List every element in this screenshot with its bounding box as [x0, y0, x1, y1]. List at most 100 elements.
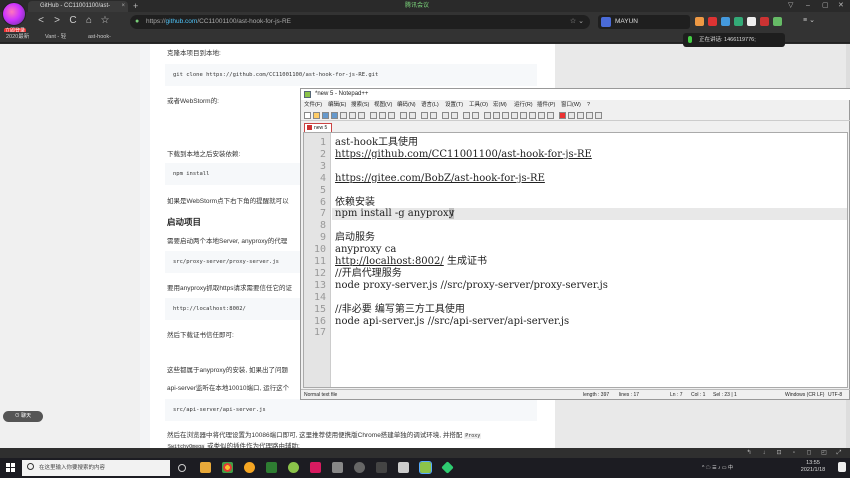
zoom-out-icon[interactable]: [451, 112, 458, 119]
cut-icon[interactable]: [370, 112, 377, 119]
tile-icon[interactable]: ◻: [805, 449, 813, 457]
close-all-icon[interactable]: [349, 112, 356, 119]
menu-item-tools[interactable]: 工具(O): [469, 100, 488, 110]
sync-v-icon[interactable]: [463, 112, 470, 119]
save-macro-icon[interactable]: [595, 112, 602, 119]
save-all-icon[interactable]: [331, 112, 338, 119]
window-menu-icon[interactable]: ▽: [788, 1, 793, 11]
split-icon[interactable]: ◰: [820, 449, 828, 457]
notification-icon[interactable]: [838, 462, 846, 472]
find-icon[interactable]: [421, 112, 428, 119]
app-icon-gear[interactable]: [354, 462, 365, 473]
menu-item-settings[interactable]: 设置(T): [445, 100, 463, 110]
monitor-icon[interactable]: [547, 112, 554, 119]
chrome-icon[interactable]: [222, 462, 233, 473]
status-eol[interactable]: Windows (CR LF): [785, 390, 824, 400]
maximize-button[interactable]: ▢: [822, 1, 829, 11]
tab-close-icon[interactable]: ×: [121, 1, 125, 12]
udl-icon[interactable]: [511, 112, 518, 119]
menu-item-file[interactable]: 文件(F): [304, 100, 322, 110]
chat-button[interactable]: ⊙ 聊天: [3, 411, 43, 422]
app-icon-g[interactable]: [244, 462, 255, 473]
fullscreen-icon[interactable]: ⤢: [835, 449, 843, 457]
menu-item-plugins[interactable]: 插件(P): [537, 100, 555, 110]
tab-new-5[interactable]: new 5: [304, 123, 332, 132]
sync-h-icon[interactable]: [472, 112, 479, 119]
taskbar-search-box[interactable]: 在这里输入你要搜索的内容: [22, 460, 170, 476]
notepad-titlebar[interactable]: *new 5 - Notepad++: [301, 89, 850, 100]
replace-icon[interactable]: [430, 112, 437, 119]
code-line-link[interactable]: https://github.com/CC11001100/ast-hook-f…: [335, 149, 592, 161]
menu-item-search[interactable]: 搜索(S): [351, 100, 369, 110]
home-button[interactable]: ⌂: [82, 14, 96, 28]
close-window-button[interactable]: ✕: [838, 1, 844, 11]
copy-icon[interactable]: [379, 112, 386, 119]
new-tab-button[interactable]: +: [133, 1, 138, 11]
menu-item-edit[interactable]: 编辑(E): [328, 100, 346, 110]
app-icon-media[interactable]: [310, 462, 321, 473]
close-file-icon[interactable]: [340, 112, 347, 119]
doc-map-icon[interactable]: [520, 112, 527, 119]
code-line-link[interactable]: http://localhost:8002/: [335, 256, 444, 267]
back-button[interactable]: <: [34, 14, 48, 28]
browser-menu-icon[interactable]: ≡ ⌄: [797, 14, 821, 28]
system-tray[interactable]: ^ ☁ ☰ ♪ ▭ 中: [702, 458, 733, 478]
favorite-star-icon[interactable]: ☆ ⌄: [570, 15, 584, 29]
menu-item-macro[interactable]: 宏(M): [493, 100, 507, 110]
download-icon[interactable]: ↓: [760, 449, 768, 457]
windows-start-icon[interactable]: [6, 463, 16, 473]
paste-icon[interactable]: [388, 112, 395, 119]
status-encoding[interactable]: UTF-8: [828, 390, 842, 400]
taskbar-clock[interactable]: 13:55 2021/1/18: [795, 460, 831, 474]
screenshot-icon[interactable]: ⊡: [775, 449, 783, 457]
localhost-url[interactable]: http://localhost:8002/: [173, 298, 246, 320]
reload-button[interactable]: C: [66, 14, 80, 28]
menu-item-view[interactable]: 视图(V): [374, 100, 392, 110]
play-macro-icon[interactable]: [577, 112, 584, 119]
file-explorer-icon[interactable]: [200, 462, 211, 473]
address-bar[interactable]: ● https://github.com/CC11001100/ast-hook…: [130, 15, 590, 29]
app-icon-mail[interactable]: [332, 462, 343, 473]
redo-icon[interactable]: [409, 112, 416, 119]
app-icon-doc[interactable]: [398, 462, 409, 473]
indent-guide-icon[interactable]: [502, 112, 509, 119]
app-icon-excel[interactable]: [266, 462, 277, 473]
bookmark-item[interactable]: 2020最新: [6, 32, 29, 43]
folder-workspace-icon[interactable]: [538, 112, 545, 119]
function-list-icon[interactable]: [529, 112, 536, 119]
menu-item-window[interactable]: 窗口(W): [561, 100, 581, 110]
extension-icon-4[interactable]: [734, 17, 743, 26]
bookmark-item[interactable]: ast-hook-: [88, 32, 111, 43]
extension-icon-2[interactable]: [708, 17, 717, 26]
editor-area[interactable]: 1 2 3 4 5 6 7 8 9 10 11 12 13 14 15 16 1…: [303, 132, 848, 388]
play-multiple-icon[interactable]: [586, 112, 593, 119]
bookmark-item[interactable]: Vant - 轻: [45, 32, 66, 43]
stop-macro-icon[interactable]: [568, 112, 575, 119]
menu-item-run[interactable]: 运行(R): [514, 100, 533, 110]
save-icon[interactable]: [322, 112, 329, 119]
app-icon-diamond[interactable]: [441, 461, 454, 474]
extension-icon-6[interactable]: [760, 17, 769, 26]
profile-chip[interactable]: MAYUN: [598, 15, 690, 29]
record-macro-icon[interactable]: [559, 112, 566, 119]
new-file-icon[interactable]: [304, 112, 311, 119]
undo-icon[interactable]: [400, 112, 407, 119]
browser-tab[interactable]: GitHub - CC11001100/ast- ×: [28, 1, 128, 12]
app-icon-green[interactable]: [288, 462, 299, 473]
zoom-in-icon[interactable]: [442, 112, 449, 119]
menu-item-language[interactable]: 语言(L): [421, 100, 439, 110]
print-icon[interactable]: [358, 112, 365, 119]
user-avatar[interactable]: [2, 2, 26, 26]
notepad-taskbar-icon[interactable]: [419, 461, 432, 474]
extension-icon-7[interactable]: [773, 17, 782, 26]
menu-item-encoding[interactable]: 编码(N): [397, 100, 416, 110]
extension-icon-3[interactable]: [721, 17, 730, 26]
app-icon-tool[interactable]: [376, 462, 387, 473]
extension-icon-5[interactable]: [747, 17, 756, 26]
meeting-indicator[interactable]: 腾讯会议: [405, 1, 429, 11]
extension-icon-1[interactable]: [695, 17, 704, 26]
wrap-icon[interactable]: [484, 112, 491, 119]
menu-item-help[interactable]: ?: [587, 100, 590, 110]
open-file-icon[interactable]: [313, 112, 320, 119]
forward-button[interactable]: >: [50, 14, 64, 28]
